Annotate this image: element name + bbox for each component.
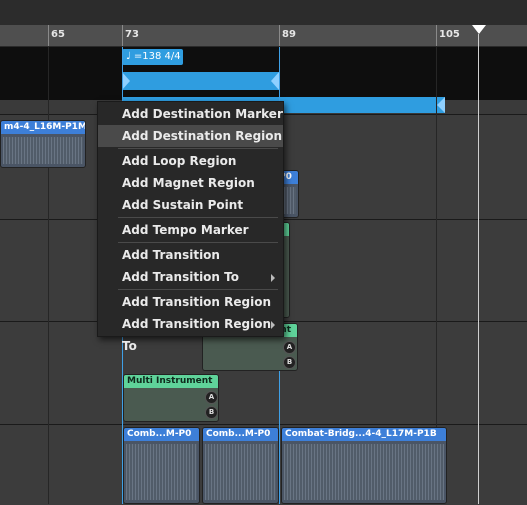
ruler-tick xyxy=(122,25,123,46)
badge-a: A xyxy=(205,391,218,404)
audio-clip[interactable]: Combat-Bridg...4-4_L17M-P1B xyxy=(281,427,447,504)
menu-separator xyxy=(118,217,278,218)
clip-title: Comb...M-P0 xyxy=(203,428,278,441)
region-end-handle-icon[interactable] xyxy=(271,72,279,90)
waveform xyxy=(126,444,197,500)
ruler-label-73: 73 xyxy=(125,29,139,40)
clip-title: m4-4_L16M-P1M xyxy=(1,121,85,134)
clip-title: Combat-Bridg...4-4_L17M-P1B xyxy=(282,428,446,441)
playhead-icon[interactable] xyxy=(472,25,486,34)
multi-instrument-clip[interactable]: Multi Instrument A B xyxy=(123,374,219,422)
badge-b: B xyxy=(205,406,218,419)
waveform xyxy=(284,444,444,500)
menu-item-add-magnet-region[interactable]: Add Magnet Region xyxy=(98,172,283,194)
region-end-handle-icon[interactable] xyxy=(437,97,445,113)
menu-item-add-destination-marker[interactable]: Add Destination Marker xyxy=(98,103,283,125)
menu-item-add-transition-region[interactable]: Add Transition Region xyxy=(98,291,283,313)
tempo-marker[interactable]: ♩ =138 4/4 xyxy=(122,49,183,65)
menu-item-add-destination-region[interactable]: Add Destination Region xyxy=(98,125,283,147)
menu-item-add-transition-to[interactable]: Add Transition To xyxy=(98,266,283,288)
ruler-tick xyxy=(436,25,437,46)
ruler-label-105: 105 xyxy=(439,29,460,40)
playhead-line xyxy=(478,34,479,504)
waveform xyxy=(3,137,83,164)
audio-clip[interactable]: Comb...M-P0 xyxy=(202,427,279,504)
menu-item-add-transition[interactable]: Add Transition xyxy=(98,244,283,266)
region-start-handle-icon[interactable] xyxy=(122,72,130,90)
audio-clip[interactable]: Comb...M-P0 xyxy=(123,427,200,504)
waveform xyxy=(205,444,276,500)
clip-title: Comb...M-P0 xyxy=(124,428,199,441)
clip-title: Multi Instrument xyxy=(124,375,218,388)
menu-separator xyxy=(118,289,278,290)
audio-clip[interactable]: m4-4_L16M-P1M xyxy=(0,120,86,168)
ruler-tick xyxy=(279,25,280,46)
timeline-ruler[interactable]: 65 73 89 105 xyxy=(0,25,527,47)
top-bar xyxy=(0,0,527,25)
menu-separator xyxy=(118,148,278,149)
submenu-arrow-icon xyxy=(271,321,275,329)
submenu-arrow-icon xyxy=(271,274,275,282)
menu-separator xyxy=(118,242,278,243)
grid-line xyxy=(48,47,49,504)
badge-a: A xyxy=(283,341,296,354)
ruler-tick xyxy=(48,25,49,46)
ruler-label-89: 89 xyxy=(282,29,296,40)
menu-item-label: Add Transition To xyxy=(122,270,239,284)
context-menu: Add Destination Marker Add Destination R… xyxy=(97,101,284,353)
menu-item-add-transition-region-to[interactable]: Add Transition Region To xyxy=(98,313,283,353)
destination-region-bar[interactable] xyxy=(122,72,279,90)
menu-item-add-loop-region[interactable]: Add Loop Region xyxy=(98,150,283,172)
ruler-label-65: 65 xyxy=(51,29,65,40)
badge-b: B xyxy=(283,356,296,369)
menu-item-add-tempo-marker[interactable]: Add Tempo Marker xyxy=(98,219,283,241)
menu-item-add-sustain-point[interactable]: Add Sustain Point xyxy=(98,194,283,216)
